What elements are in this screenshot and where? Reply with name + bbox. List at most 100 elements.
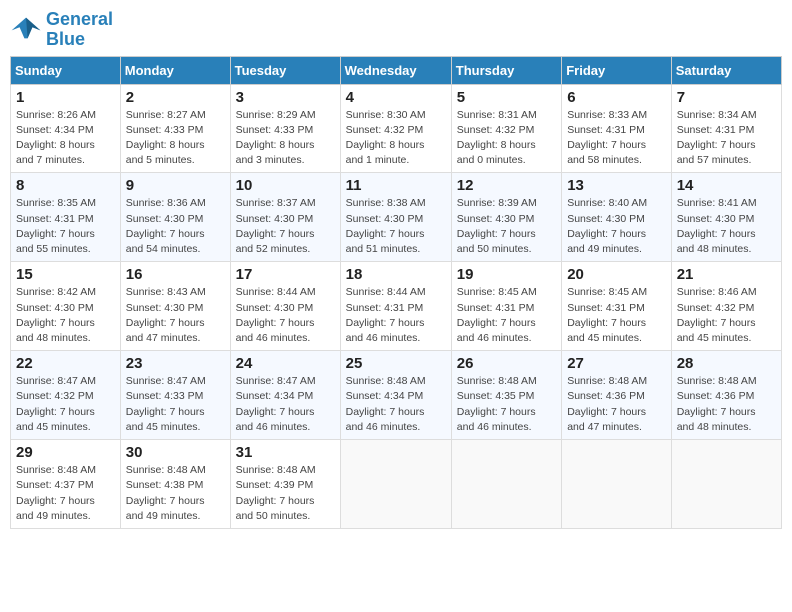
cell-info: Sunrise: 8:47 AMSunset: 4:32 PMDaylight:… [16,374,115,435]
logo-text: General Blue [46,10,113,50]
cell-info: Sunrise: 8:48 AMSunset: 4:35 PMDaylight:… [457,374,556,435]
day-number: 18 [346,266,446,283]
cell-line: Sunset: 4:32 PM [16,390,94,402]
cell-line: and 48 minutes. [677,421,752,433]
cell-line: Sunrise: 8:38 AM [346,197,426,209]
cell-line: and 45 minutes. [677,332,752,344]
cell-info: Sunrise: 8:27 AMSunset: 4:33 PMDaylight:… [126,108,225,169]
cell-line: and 45 minutes. [126,421,201,433]
calendar-cell [671,440,781,529]
calendar-cell: 10Sunrise: 8:37 AMSunset: 4:30 PMDayligh… [230,173,340,262]
cell-line: Daylight: 7 hours [236,406,315,418]
calendar-cell: 27Sunrise: 8:48 AMSunset: 4:36 PMDayligh… [562,351,672,440]
calendar-cell: 16Sunrise: 8:43 AMSunset: 4:30 PMDayligh… [120,262,230,351]
cell-info: Sunrise: 8:34 AMSunset: 4:31 PMDaylight:… [677,108,776,169]
cell-line: Sunset: 4:38 PM [126,479,204,491]
cell-info: Sunrise: 8:36 AMSunset: 4:30 PMDaylight:… [126,196,225,257]
calendar-cell: 29Sunrise: 8:48 AMSunset: 4:37 PMDayligh… [11,440,121,529]
calendar-cell [340,440,451,529]
cell-line: Sunrise: 8:48 AM [126,464,206,476]
cell-info: Sunrise: 8:45 AMSunset: 4:31 PMDaylight:… [457,285,556,346]
day-number: 29 [16,444,115,461]
cell-line: and 50 minutes. [236,510,311,522]
cell-line: Sunrise: 8:47 AM [126,375,206,387]
cell-line: and 50 minutes. [457,243,532,255]
cell-line: and 58 minutes. [567,154,642,166]
cell-line: Sunrise: 8:26 AM [16,109,96,121]
cell-line: Daylight: 7 hours [346,317,425,329]
calendar-cell: 3Sunrise: 8:29 AMSunset: 4:33 PMDaylight… [230,84,340,173]
cell-info: Sunrise: 8:48 AM Sunset: 4:38 PM Daylight:… [126,463,225,524]
cell-line: Sunrise: 8:48 AM [236,464,316,476]
cell-line: Sunrise: 8:44 AM [346,286,426,298]
cell-info: Sunrise: 8:33 AMSunset: 4:31 PMDaylight:… [567,108,666,169]
calendar-cell: 5Sunrise: 8:31 AMSunset: 4:32 PMDaylight… [451,84,561,173]
cell-line: Daylight: 7 hours [236,228,315,240]
cell-line: Sunrise: 8:42 AM [16,286,96,298]
cell-line: Daylight: 7 hours [567,406,646,418]
cell-line: Daylight: 7 hours [126,317,205,329]
cell-line: Daylight: 7 hours [677,139,756,151]
cell-line: Sunrise: 8:30 AM [346,109,426,121]
cell-line: Sunset: 4:31 PM [567,302,645,314]
day-number: 20 [567,266,666,283]
cell-line: and 46 minutes. [236,332,311,344]
day-number: 12 [457,177,556,194]
cell-line: Daylight: 7 hours [126,406,205,418]
cell-line: Daylight: 8 hours [126,139,205,151]
day-number: 1 [16,89,115,106]
cell-line: Sunrise: 8:48 AM [677,375,757,387]
cell-info: Sunrise: 8:35 AMSunset: 4:31 PMDaylight:… [16,196,115,257]
cell-line: Daylight: 7 hours [16,228,95,240]
cell-line: Daylight: 8 hours [457,139,536,151]
day-number: 11 [346,177,446,194]
cell-line: and 7 minutes. [16,154,85,166]
cell-line: and 47 minutes. [126,332,201,344]
weekday-header-wednesday: Wednesday [340,56,451,84]
calendar-cell: 23Sunrise: 8:47 AMSunset: 4:33 PMDayligh… [120,351,230,440]
calendar-cell: 26Sunrise: 8:48 AMSunset: 4:35 PMDayligh… [451,351,561,440]
day-number: 17 [236,266,335,283]
cell-info: Sunrise: 8:47 AMSunset: 4:34 PMDaylight:… [236,374,335,435]
cell-line: and 54 minutes. [126,243,201,255]
day-number: 15 [16,266,115,283]
calendar-cell: 17Sunrise: 8:44 AMSunset: 4:30 PMDayligh… [230,262,340,351]
cell-line: Sunset: 4:30 PM [567,213,645,225]
cell-line: Sunrise: 8:31 AM [457,109,537,121]
cell-info: Sunrise: 8:44 AMSunset: 4:31 PMDaylight:… [346,285,446,346]
calendar-cell: 28Sunrise: 8:48 AMSunset: 4:36 PMDayligh… [671,351,781,440]
cell-line: and 46 minutes. [346,421,421,433]
day-number: 19 [457,266,556,283]
cell-line: and 47 minutes. [567,421,642,433]
cell-line: Daylight: 7 hours [126,495,205,507]
logo: General Blue [10,10,113,50]
calendar-cell [562,440,672,529]
cell-info: Sunrise: 8:39 AMSunset: 4:30 PMDaylight:… [457,196,556,257]
day-number: 24 [236,355,335,372]
cell-line: Daylight: 7 hours [236,317,315,329]
cell-info: Sunrise: 8:37 AMSunset: 4:30 PMDaylight:… [236,196,335,257]
cell-line: Daylight: 7 hours [457,317,536,329]
cell-line: Daylight: 7 hours [457,406,536,418]
page-header: General Blue [10,10,782,50]
weekday-header-thursday: Thursday [451,56,561,84]
cell-line: Sunset: 4:30 PM [16,302,94,314]
cell-line: Sunset: 4:32 PM [346,124,424,136]
cell-line: Sunrise: 8:36 AM [126,197,206,209]
cell-line: Sunset: 4:31 PM [567,124,645,136]
calendar-cell: 4Sunrise: 8:30 AMSunset: 4:32 PMDaylight… [340,84,451,173]
cell-line: Sunrise: 8:45 AM [457,286,537,298]
calendar-cell: 20Sunrise: 8:45 AMSunset: 4:31 PMDayligh… [562,262,672,351]
cell-line: Sunset: 4:31 PM [16,213,94,225]
calendar-cell: 9Sunrise: 8:36 AMSunset: 4:30 PMDaylight… [120,173,230,262]
day-number: 7 [677,89,776,106]
cell-line: Sunset: 4:39 PM [236,479,314,491]
cell-line: Sunrise: 8:48 AM [567,375,647,387]
cell-line: Daylight: 7 hours [346,228,425,240]
cell-line: Sunset: 4:37 PM [16,479,94,491]
cell-info: Sunrise: 8:41 AMSunset: 4:30 PMDaylight:… [677,196,776,257]
cell-line: and 3 minutes. [236,154,305,166]
cell-line: Sunrise: 8:39 AM [457,197,537,209]
calendar-cell: 14Sunrise: 8:41 AMSunset: 4:30 PMDayligh… [671,173,781,262]
cell-line: Sunrise: 8:47 AM [236,375,316,387]
